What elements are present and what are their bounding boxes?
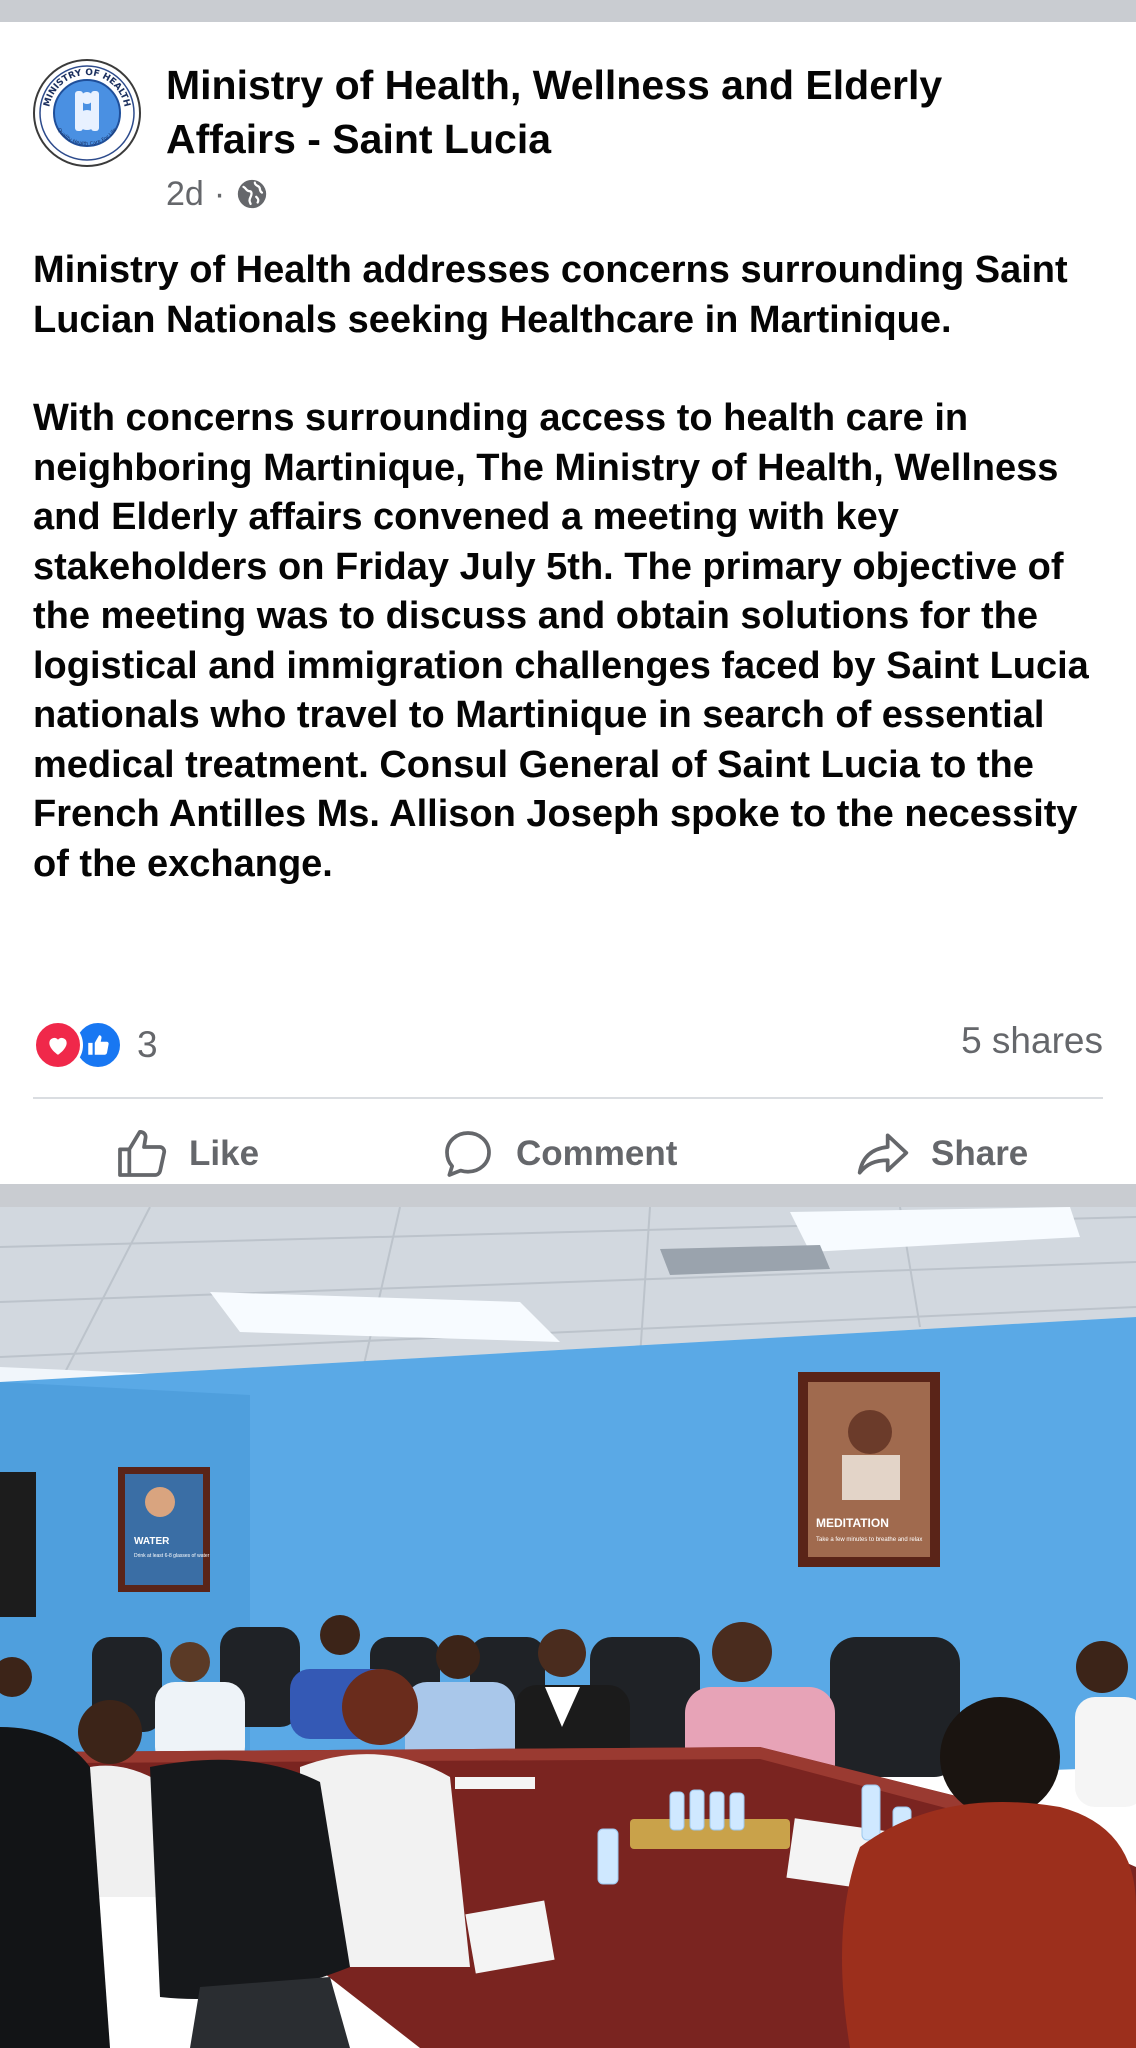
poster-left-title: WATER <box>134 1536 170 1547</box>
post-time[interactable]: 2d <box>166 175 204 214</box>
feed-separator <box>0 1184 1136 1207</box>
shares-count[interactable]: 5 shares <box>961 1020 1103 1062</box>
share-arrow-icon <box>857 1133 909 1175</box>
comment-button[interactable]: Comment <box>440 1118 677 1190</box>
meeting-photo: WATER Drink at least 6-8 glasses of wate… <box>0 1207 1136 2048</box>
post-meta: 2d · <box>166 174 269 214</box>
meta-separator: · <box>213 174 226 213</box>
poster-left-text: Drink at least 6-8 glasses of water <box>134 1553 210 1559</box>
post-actions: Like Comment Share <box>0 1118 1136 1190</box>
wall-tv <box>0 1472 36 1617</box>
love-reaction-icon <box>33 1020 83 1070</box>
like-button[interactable]: Like <box>113 1118 259 1190</box>
poster-right-title: MEDITATION <box>816 1516 889 1530</box>
share-label: Share <box>931 1134 1029 1173</box>
thumbs-up-icon <box>118 1129 167 1177</box>
share-button[interactable]: Share <box>855 1118 1028 1190</box>
comment-icon <box>445 1131 491 1177</box>
reactions-summary[interactable]: 3 <box>33 1019 158 1071</box>
page-name-link[interactable]: Ministry of Health, Wellness and Elderly… <box>166 58 1066 166</box>
attendee-front-right <box>842 1802 1136 2048</box>
reaction-count: 3 <box>137 1024 158 1065</box>
chair-front <box>150 1759 350 1999</box>
post-headline: Ministry of Health addresses concerns su… <box>33 249 1068 341</box>
poster-right-text: Take a few minutes to breathe and relax <box>816 1537 922 1543</box>
globe-icon <box>237 179 267 209</box>
post-text: Ministry of Health addresses concerns su… <box>33 246 1113 889</box>
divider <box>33 1097 1103 1099</box>
page-avatar[interactable]: MINISTRY OF HEALTH Quality Health Care F… <box>33 59 141 167</box>
comment-label: Comment <box>516 1134 678 1173</box>
like-label: Like <box>189 1134 260 1173</box>
ministry-logo-icon: MINISTRY OF HEALTH Quality Health Care F… <box>37 63 137 163</box>
feed-separator-top <box>0 0 1136 22</box>
post-card: MINISTRY OF HEALTH Quality Health Care F… <box>0 22 1136 1184</box>
post-body: With concerns surrounding access to heal… <box>33 397 1089 885</box>
post-photo[interactable]: WATER Drink at least 6-8 glasses of wate… <box>0 1207 1136 2048</box>
